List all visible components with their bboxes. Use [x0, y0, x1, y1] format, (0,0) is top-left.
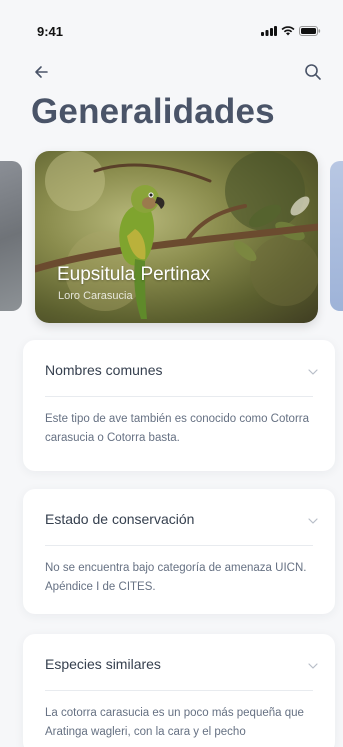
carousel-card-next[interactable]: [330, 161, 343, 311]
section-conservation-status: Estado de conservación No se encuentra b…: [23, 489, 335, 614]
divider: [45, 396, 313, 397]
section-similar-species: Especies similares La cotorra carasucia …: [23, 634, 335, 747]
species-scientific-name: Eupsitula Pertinax: [57, 264, 211, 285]
section-body: La cotorra carasucia es un poco más pequ…: [45, 707, 304, 738]
status-time: 9:41: [37, 24, 64, 39]
species-carousel[interactable]: Eupsitula Pertinax Loro Carasucia: [0, 151, 343, 323]
section-header[interactable]: Especies similares: [45, 656, 319, 676]
section-body: No se encuentra bajo categoría de amenaz…: [45, 562, 307, 593]
divider: [45, 545, 313, 546]
species-common-name: Loro Carasucia: [58, 290, 133, 302]
top-nav: [0, 60, 343, 88]
chevron-down-icon[interactable]: [307, 366, 319, 378]
section-common-names: Nombres comunes Este tipo de ave también…: [23, 340, 335, 471]
divider: [45, 690, 313, 691]
search-icon[interactable]: [301, 60, 325, 84]
section-body: Este tipo de ave también es conocido com…: [45, 413, 310, 444]
battery-icon: [299, 26, 321, 36]
section-title: Estado de conservación: [45, 511, 195, 527]
chevron-down-icon[interactable]: [307, 660, 319, 672]
chevron-down-icon[interactable]: [307, 515, 319, 527]
wifi-icon: [281, 26, 295, 36]
status-bar: 9:41: [0, 0, 343, 50]
signal-icon: [261, 26, 277, 36]
featured-species-card[interactable]: Eupsitula Pertinax Loro Carasucia: [35, 151, 318, 323]
section-title: Especies similares: [45, 656, 161, 672]
arrow-left-icon[interactable]: [30, 60, 54, 84]
carousel-card-previous[interactable]: [0, 161, 22, 311]
section-header[interactable]: Nombres comunes: [45, 362, 319, 382]
section-title: Nombres comunes: [45, 362, 163, 378]
page-title: Generalidades: [31, 92, 275, 131]
section-header[interactable]: Estado de conservación: [45, 511, 319, 531]
status-icons: [261, 26, 321, 36]
